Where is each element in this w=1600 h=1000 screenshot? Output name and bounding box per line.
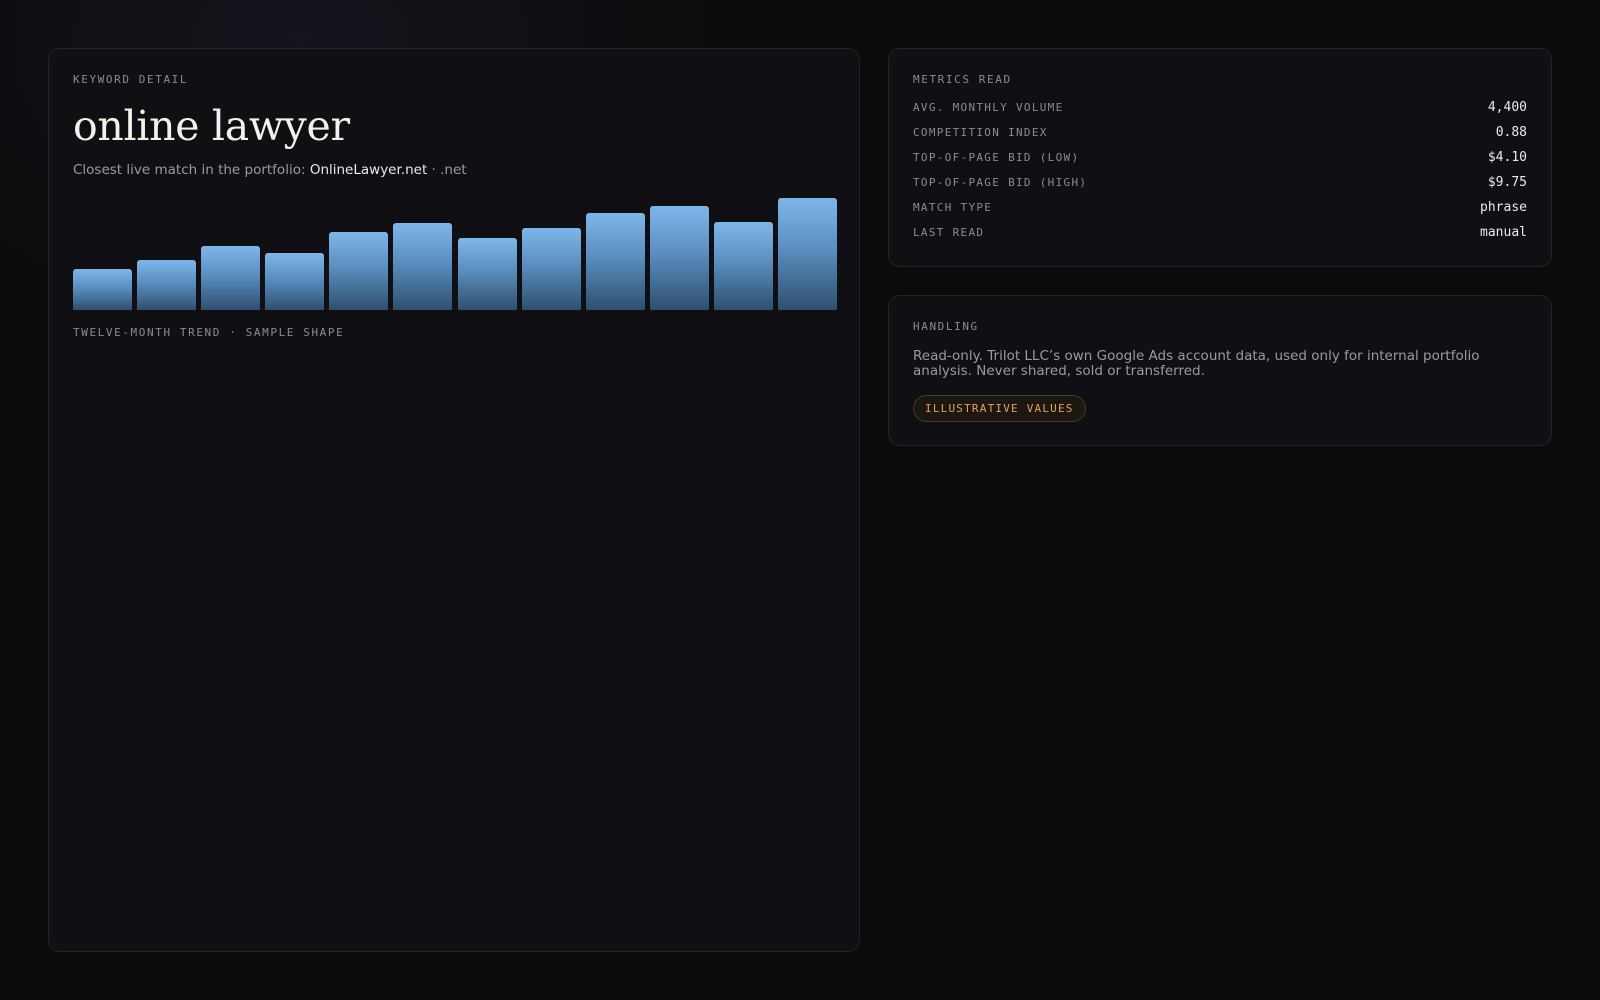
metrics-list: AVG. MONTHLY VOLUME 4,400 COMPETITION IN… xyxy=(913,95,1527,245)
metric-row-competition: COMPETITION INDEX 0.88 xyxy=(913,120,1527,145)
handling-heading: HANDLING xyxy=(913,320,979,333)
trend-caption: TWELVE-MONTH TREND · SAMPLE SHAPE xyxy=(73,326,345,339)
closest-match-domain[interactable]: OnlineLawyer.net xyxy=(310,162,427,178)
handling-panel: HANDLING Read-only. Trilot LLC’s own Goo… xyxy=(888,295,1552,446)
metric-row-bid-high: TOP-OF-PAGE BID (HIGH) $9.75 xyxy=(913,170,1527,195)
metric-row-match-type: MATCH TYPE phrase xyxy=(913,195,1527,220)
metric-label: MATCH TYPE xyxy=(913,201,993,214)
keyword-detail-panel: KEYWORD DETAIL online lawyer Closest liv… xyxy=(48,48,860,952)
trend-bar xyxy=(585,213,645,310)
metrics-heading: METRICS READ xyxy=(913,73,1012,86)
metric-label: LAST READ xyxy=(913,226,985,239)
metric-value: $9.75 xyxy=(1487,175,1527,190)
trend-bar xyxy=(393,223,453,310)
closest-match-prefix: Closest live match in the portfolio: xyxy=(73,162,306,178)
trend-bar xyxy=(649,206,709,310)
closest-match-line: Closest live match in the portfolio: Onl… xyxy=(73,162,835,178)
metric-row-bid-low: TOP-OF-PAGE BID (LOW) $4.10 xyxy=(913,145,1527,170)
trend-bar xyxy=(265,253,325,310)
trend-bar xyxy=(521,228,581,310)
trend-bar xyxy=(777,198,837,310)
metric-value: 0.88 xyxy=(1495,125,1527,140)
trend-bar xyxy=(713,222,773,310)
handling-description: Read-only. Trilot LLC’s own Google Ads a… xyxy=(913,348,1480,379)
trend-bar xyxy=(73,269,133,310)
match-separator: · xyxy=(431,162,436,178)
trend-bar xyxy=(457,238,517,310)
illustrative-values-badge: ILLUSTRATIVE VALUES xyxy=(913,395,1086,422)
metric-label: TOP-OF-PAGE BID (HIGH) xyxy=(913,176,1088,189)
metric-value: phrase xyxy=(1480,200,1527,215)
metric-label: TOP-OF-PAGE BID (LOW) xyxy=(913,151,1080,164)
metric-value: $4.10 xyxy=(1487,150,1527,165)
metric-label: COMPETITION INDEX xyxy=(913,126,1048,139)
metric-row-volume: AVG. MONTHLY VOLUME 4,400 xyxy=(913,95,1527,120)
metric-value: 4,400 xyxy=(1487,100,1527,115)
keyword-title: online lawyer xyxy=(73,102,350,150)
metric-value: manual xyxy=(1480,225,1527,240)
trend-bar xyxy=(201,246,261,310)
closest-match-tld: .net xyxy=(440,162,467,178)
metrics-panel: METRICS READ AVG. MONTHLY VOLUME 4,400 C… xyxy=(888,48,1552,267)
metric-label: AVG. MONTHLY VOLUME xyxy=(913,101,1064,114)
trend-bar xyxy=(137,260,197,310)
panel-eyebrow: KEYWORD DETAIL xyxy=(73,73,189,86)
trend-bar xyxy=(329,232,389,310)
trend-bar-chart xyxy=(73,198,837,310)
metric-row-last-read: LAST READ manual xyxy=(913,220,1527,245)
